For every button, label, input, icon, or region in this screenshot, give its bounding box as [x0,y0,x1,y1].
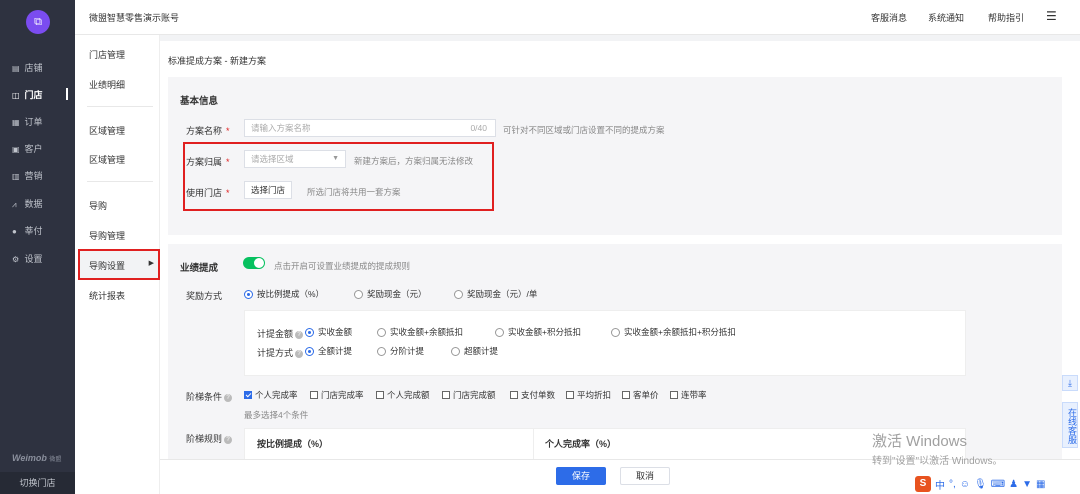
ladder-check-store-rate[interactable]: 门店完成率 [310,389,364,401]
switch-store-button[interactable]: 切换门店 [0,472,75,494]
activation-watermark-sub: 转到"设置"以激活 Windows。 [872,456,1003,467]
user-icon[interactable]: ♟ [1009,479,1018,490]
help-icon: ? [224,393,233,402]
basic-info-title: 基本信息 [180,96,219,107]
ladder-check-avg-discount[interactable]: 平均折扣 [566,389,611,401]
nav-item-order[interactable]: ▦ 订单 [12,115,43,129]
save-button[interactable]: 保存 [556,467,606,485]
keyboard-icon[interactable]: ⌨ [991,479,1005,490]
settings-icon: ⚙ [12,255,20,264]
nav-item-pay[interactable]: ● 莘付 [12,224,43,238]
nav-item-store[interactable]: ▤ 店铺 [12,61,43,75]
ladder-check-attach-rate[interactable]: 连带率 [670,389,707,401]
calc-method-radio-full[interactable]: 全额计提 [305,345,352,357]
plan-name-hint: 可针对不同区域或门店设置不同的提成方案 [503,125,665,135]
calc-method-radio-tiered[interactable]: 分阶计提 [377,345,424,357]
punctuation-icon[interactable]: °, [949,479,956,490]
char-count: 0/40 [470,123,487,133]
hamburger-menu-icon[interactable]: ☰ [1046,10,1057,22]
subnav-region-manage[interactable]: 区域管理 [89,153,125,166]
subnav-stats-report[interactable]: 统计报表 [89,289,125,302]
ladder-check-personal-amount[interactable]: 个人完成额 [376,389,430,401]
reward-method-label: 奖励方式 [186,291,223,301]
help-icon: ? [224,435,233,444]
help-guide-link[interactable]: 帮助指引 [988,11,1024,24]
divider [87,181,153,182]
mic-icon[interactable]: 🎙 [974,479,987,490]
ladder-rule-label: 阶梯规则? [186,432,233,445]
emoji-icon[interactable]: ☺ [960,479,970,490]
table-header: 按比例提成（%） [257,439,329,449]
ladder-condition-label: 阶梯条件? [186,390,233,403]
ladder-rule-table: 按比例提成（%） 个人完成率（%） [244,428,966,459]
pay-icon: ● [12,227,17,236]
calc-method-label: 计提方式? [257,346,304,359]
marketing-icon: ▥ [12,172,20,181]
reward-ratio-radio[interactable]: 按比例提成（%） [244,288,324,300]
calc-amount-radio-1[interactable]: 实收金额 [305,326,352,338]
performance-toggle[interactable] [243,257,265,269]
subnav-store-manage[interactable]: 门店管理 [89,48,125,61]
customer-message-link[interactable]: 客服消息 [871,11,907,24]
toolbox-icon[interactable]: ▦ [1036,479,1045,490]
cancel-button[interactable]: 取消 [620,467,670,485]
calc-options-panel: 计提金额? 实收金额 实收金额+余额抵扣 实收金额+积分抵扣 实收金额+余额抵扣… [244,310,966,376]
toggle-hint: 点击开启可设置业绩提成的提成规则 [274,261,411,271]
subnav-guide-manage[interactable]: 导购管理 [89,229,125,242]
help-icon: ? [295,330,304,339]
sogou-icon[interactable]: S [915,476,931,492]
calc-amount-radio-4[interactable]: 实收金额+余额抵扣+积分抵扣 [611,326,736,338]
data-icon: ⩘ [12,200,17,209]
skin-icon[interactable]: ▼ [1022,479,1032,490]
calc-amount-label: 计提金额? [257,327,304,340]
order-icon: ▦ [12,118,20,127]
ime-mode-label[interactable]: 中 [935,477,945,492]
nav-item-data[interactable]: ⩘ 数据 [12,197,43,211]
performance-title: 业绩提成 [180,263,219,274]
store-icon: ▤ [12,64,20,73]
plan-name-input[interactable]: 请输入方案名称 0/40 [244,119,496,137]
nav-active-indicator [66,88,68,100]
download-icon[interactable]: ⤓ [1062,375,1078,391]
ladder-check-store-amount[interactable]: 门店完成额 [442,389,496,401]
online-service-button[interactable]: 在线客服 [1062,402,1078,448]
shop-icon: ◫ [12,91,20,100]
brand-logo: Weimob 微盟 [12,453,62,463]
ime-tray: S 中 °, ☺ 🎙 ⌨ ♟ ▼ ▦ [915,474,1045,494]
main-content: 标准提成方案 - 新建方案 基本信息 方案名称 * 请输入方案名称 0/40 可针… [160,41,1080,459]
highlight-box [78,249,160,280]
reward-cash-per-order-radio[interactable]: 奖励现金（元）/单 [454,288,537,300]
nav-item-customer[interactable]: ▣ 客户 [12,142,43,156]
subnav-region-group[interactable]: 区域管理 [89,124,125,137]
divider [87,106,153,107]
calc-amount-radio-3[interactable]: 实收金额+积分抵扣 [495,326,581,338]
system-notice-link[interactable]: 系统通知 [928,11,964,24]
calc-amount-radio-2[interactable]: 实收金额+余额抵扣 [377,326,463,338]
reward-cash-radio[interactable]: 奖励现金（元） [354,288,427,300]
customer-icon: ▣ [12,145,20,154]
ladder-check-personal-rate[interactable]: 个人完成率 [244,389,298,401]
nav-item-marketing[interactable]: ▥ 营销 [12,169,43,183]
main-nav: ⧉ ▤ 店铺 ◫ 门店 ▦ 订单 ▣ 客户 ▥ 营销 ⩘ 数据 ● 莘付 ⚙ 设… [0,0,75,494]
nav-item-shop[interactable]: ◫ 门店 [12,88,43,102]
subnav-guide-group[interactable]: 导购 [89,199,107,212]
ladder-note: 最多选择4个条件 [244,410,309,420]
calc-method-radio-excess[interactable]: 超额计提 [451,345,498,357]
nav-item-settings[interactable]: ⚙ 设置 [12,252,43,266]
top-bar: 微盟智慧零售演示账号 客服消息 系统通知 帮助指引 ☰ [75,0,1080,35]
account-name: 微盟智慧零售演示账号 [89,13,180,23]
activation-watermark: 激活 Windows [872,433,968,450]
highlight-box [183,142,494,211]
table-header: 个人完成率（%） [545,439,617,449]
app-logo-icon[interactable]: ⧉ [26,10,50,34]
ladder-check-unit-price[interactable]: 客单价 [622,389,659,401]
divider [533,429,534,459]
plan-name-label: 方案名称 * [186,126,230,136]
subnav-performance-detail[interactable]: 业绩明细 [89,78,125,91]
help-icon: ? [295,349,304,358]
ladder-check-order-count[interactable]: 支付单数 [510,389,555,401]
performance-card: 业绩提成 点击开启可设置业绩提成的提成规则 奖励方式 按比例提成（%） 奖励现金… [168,244,1062,459]
breadcrumb: 标准提成方案 - 新建方案 [168,56,266,66]
